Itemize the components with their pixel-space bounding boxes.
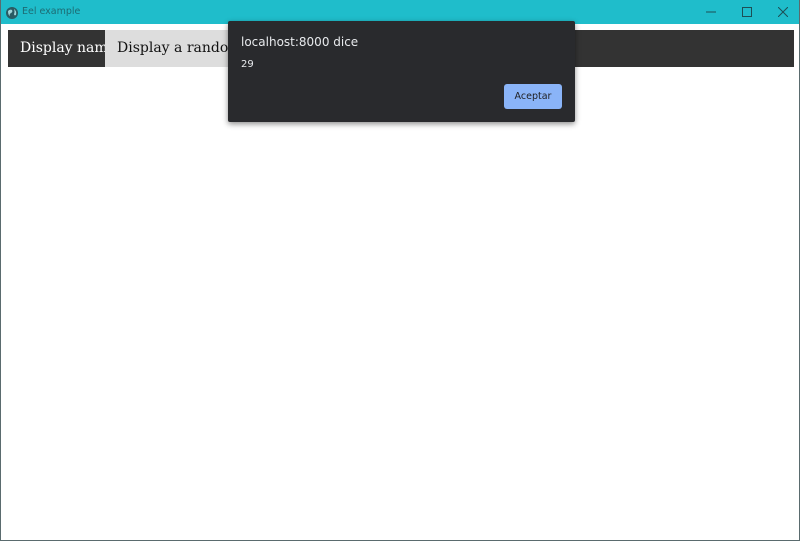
- alert-dialog: localhost:8000 dice 29 Aceptar: [228, 21, 575, 122]
- tab-display-name[interactable]: Display name: [8, 30, 105, 67]
- minimize-button[interactable]: [693, 0, 729, 24]
- app-window: Eel example Display name Display a rando…: [0, 0, 800, 541]
- maximize-icon: [742, 7, 752, 17]
- close-button[interactable]: [765, 0, 800, 24]
- dialog-message: 29: [241, 59, 254, 70]
- globe-icon: [5, 5, 19, 19]
- window-title: Eel example: [22, 6, 81, 17]
- close-icon: [778, 7, 788, 17]
- tab-display-random-number[interactable]: Display a random number: [105, 30, 235, 67]
- maximize-button[interactable]: [729, 0, 765, 24]
- dialog-title: localhost:8000 dice: [241, 35, 359, 49]
- accept-button[interactable]: Aceptar: [504, 84, 562, 109]
- minimize-icon: [706, 11, 716, 13]
